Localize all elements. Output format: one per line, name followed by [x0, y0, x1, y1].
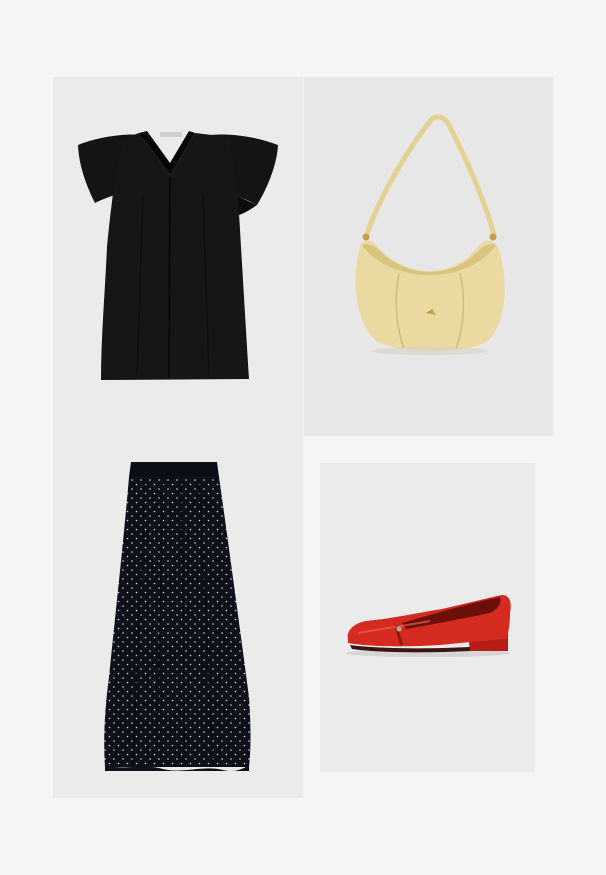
outfit-board [0, 0, 606, 875]
yellow-shoulder-bag-image[interactable] [355, 114, 505, 355]
black-blouse-image[interactable] [78, 131, 278, 380]
clothing-illustration [78, 131, 278, 772]
polka-dot-skirt-image[interactable] [104, 462, 251, 772]
red-ballerina-flat-image[interactable] [346, 595, 511, 657]
top-and-skirt-panel [53, 77, 303, 798]
shoe-illustration [346, 595, 511, 657]
bag-illustration [355, 114, 505, 355]
shoe-panel [320, 463, 535, 772]
bag-panel [304, 77, 553, 436]
